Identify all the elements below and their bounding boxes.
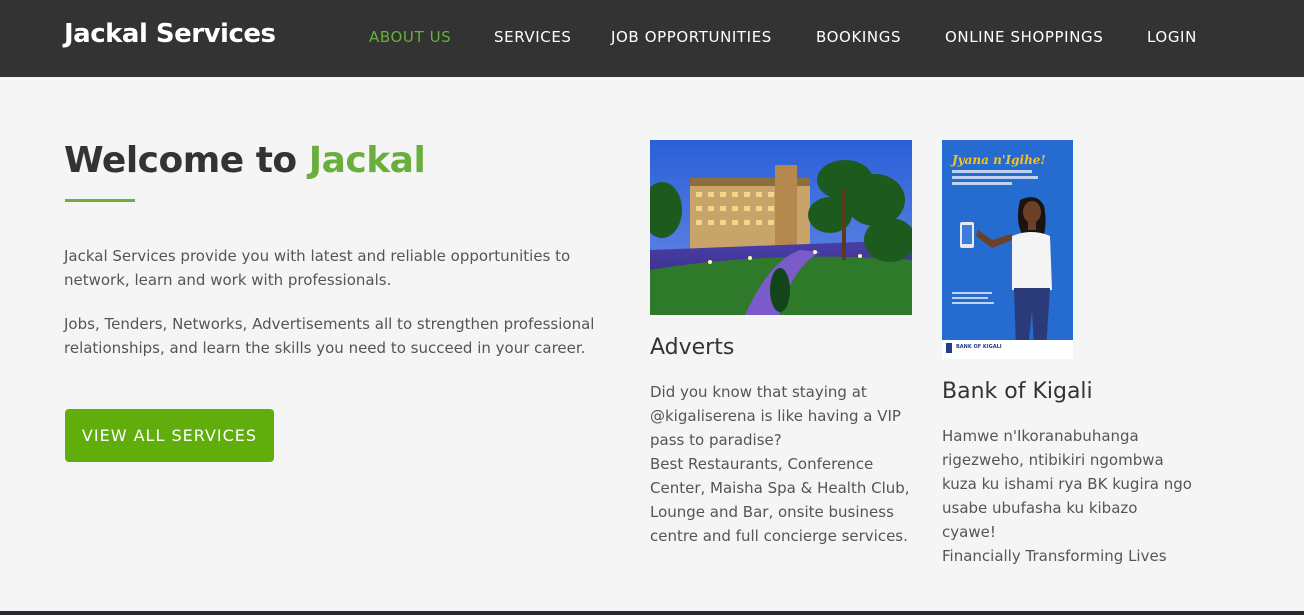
bank-of-kigali-title: Bank of Kigali <box>942 379 1093 404</box>
title-accent: Jackal <box>308 140 426 181</box>
bank-of-kigali-advert-image[interactable]: Jyana n'Igihe! BANK OF KIGALI <box>942 140 1073 359</box>
nav-login[interactable]: LOGIN <box>1147 28 1197 46</box>
intro-paragraph-2: Jobs, Tenders, Networks, Advertisements … <box>64 315 595 357</box>
view-all-services-button[interactable]: VIEW ALL SERVICES <box>65 409 274 462</box>
hotel-advert-image[interactable] <box>650 140 912 315</box>
intro-paragraph-1: Jackal Services provide you with latest … <box>64 247 571 289</box>
nav-about-us[interactable]: ABOUT US <box>369 28 451 46</box>
top-navbar: Jackal Services ABOUT US SERVICES JOB OP… <box>0 0 1304 77</box>
nav-online-shoppings[interactable]: ONLINE SHOPPINGS <box>945 28 1103 46</box>
adverts-line-2: Best Restaurants, Conference Center, Mai… <box>650 455 910 545</box>
nav-job-opportunities[interactable]: JOB OPPORTUNITIES <box>611 28 772 46</box>
page-title: Welcome to Jackal <box>64 140 426 181</box>
adverts-description: Did you know that staying at @kigalisere… <box>650 380 920 548</box>
nav-bookings[interactable]: BOOKINGS <box>816 28 901 46</box>
footer-edge <box>0 611 1304 615</box>
nav-services[interactable]: SERVICES <box>494 28 572 46</box>
main-nav: ABOUT US SERVICES JOB OPPORTUNITIES BOOK… <box>0 28 1304 50</box>
title-prefix: Welcome to <box>64 140 309 181</box>
bk-line-2: Financially Transforming Lives <box>942 547 1167 565</box>
adverts-title: Adverts <box>650 335 735 360</box>
bank-of-kigali-description: Hamwe n'Ikoranabuhanga rigezweho, ntibik… <box>942 424 1194 568</box>
adverts-line-1: Did you know that staying at @kigalisere… <box>650 383 901 449</box>
poster-headline: Jyana n'Igihe! <box>950 153 1046 167</box>
title-underline <box>65 199 135 202</box>
bk-line-1: Hamwe n'Ikoranabuhanga rigezweho, ntibik… <box>942 427 1192 541</box>
poster-footer: BANK OF KIGALI <box>956 344 1002 350</box>
